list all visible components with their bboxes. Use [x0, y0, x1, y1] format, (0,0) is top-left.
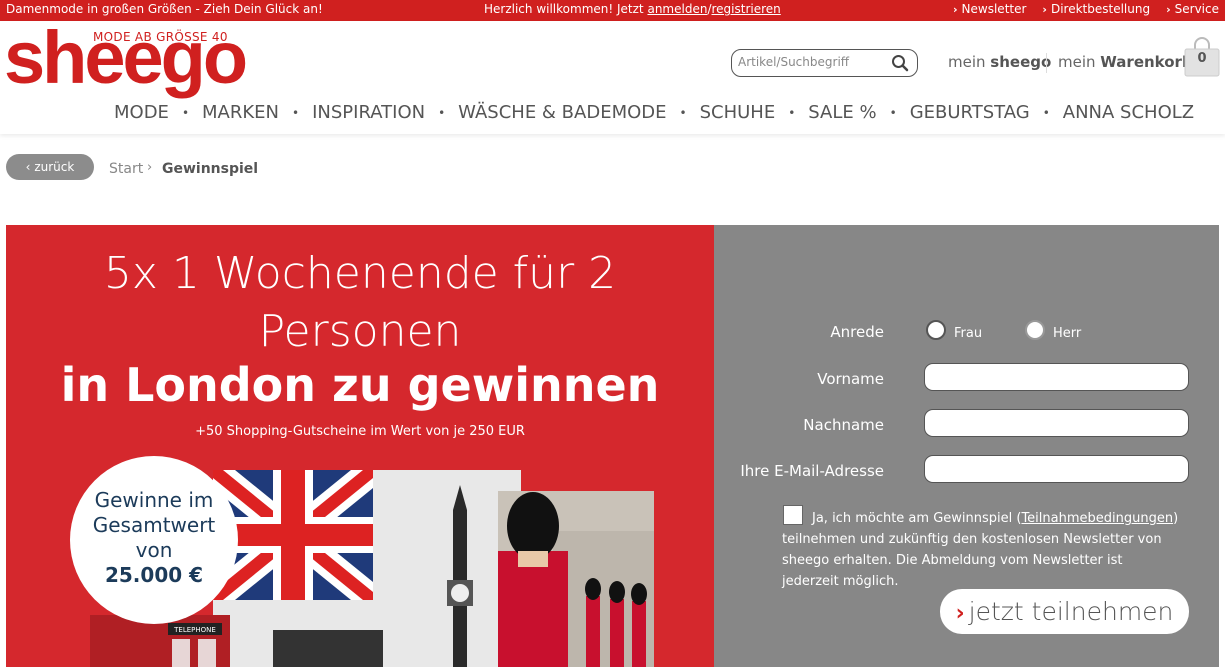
nav-item-sale[interactable]: SALE %	[808, 102, 876, 123]
nav-separator: •	[889, 105, 897, 120]
terms-link[interactable]: Teilnahmebedingungen	[1021, 511, 1173, 526]
welcome-text: Herzlich willkommen! Jetzt anmelden/regi…	[484, 2, 781, 16]
nav-separator: •	[788, 105, 796, 120]
account-link[interactable]: mein sheego	[948, 53, 1051, 71]
nav-item-mode[interactable]: MODE	[114, 102, 169, 123]
promo-headline: 5x 1 Wochenende für 2 Personen	[103, 248, 617, 357]
promo-headline-bold: in London zu gewinnen	[60, 358, 660, 412]
firstname-label: Vorname	[817, 370, 884, 388]
logo[interactable]: sheego	[4, 15, 248, 100]
nav-item-anna-scholz[interactable]: ANNA SCHOLZ	[1063, 102, 1194, 123]
promo-banner: 5x 1 Wochenende für 2 Personen in London…	[6, 225, 714, 667]
header: MODE AB GRÖSSE 40 sheego mein sheego mei…	[0, 16, 1225, 134]
lastname-field[interactable]	[924, 409, 1189, 437]
cart-link[interactable]: mein Warenkorb	[1058, 53, 1193, 71]
chevron-right-icon: ›	[955, 601, 965, 626]
union-jack-image	[213, 470, 521, 667]
top-links: › Newsletter › Direktbestellung › Service	[953, 0, 1219, 19]
chevron-right-icon: ›	[147, 160, 153, 175]
london-photo	[213, 470, 521, 667]
email-field[interactable]	[924, 455, 1189, 483]
login-link[interactable]: anmelden	[647, 2, 707, 16]
cart-bag[interactable]: 0	[1184, 37, 1220, 77]
radio-herr-label[interactable]: Herr	[1053, 326, 1081, 341]
radio-frau[interactable]	[926, 320, 946, 340]
nav-item-marken[interactable]: MARKEN	[202, 102, 279, 123]
register-link[interactable]: registrieren	[712, 2, 781, 16]
royal-guards-image	[498, 491, 654, 667]
breadcrumb: ‹ zurück Start › Gewinnspiel	[6, 154, 606, 180]
newsletter-link[interactable]: › Newsletter	[953, 0, 1026, 19]
chevron-right-icon: ›	[1166, 3, 1171, 16]
lastname-label: Nachname	[803, 416, 884, 434]
newsletter-consent-text: Ja, ich möchte am Gewinnspiel (Teilnahme…	[782, 511, 1179, 589]
nav-item-inspiration[interactable]: INSPIRATION	[312, 102, 425, 123]
divider	[1046, 53, 1047, 73]
guards-photo	[498, 491, 654, 667]
email-label: Ihre E-Mail-Adresse	[740, 462, 884, 480]
back-button[interactable]: ‹ zurück	[6, 154, 94, 180]
entry-form: Anrede Frau Herr Vorname Nachname Ihre E…	[714, 225, 1219, 667]
chevron-left-icon: ‹	[25, 160, 31, 174]
nav-item-waesche[interactable]: WÄSCHE & BADEMODE	[458, 102, 666, 123]
breadcrumb-current: Gewinnspiel	[162, 161, 259, 177]
search-input[interactable]	[738, 53, 888, 71]
service-link[interactable]: › Service	[1166, 0, 1219, 19]
nav-separator: •	[292, 105, 300, 120]
promo-subline: +50 Shopping-Gutscheine im Wert von je 2…	[195, 424, 525, 439]
radio-herr[interactable]	[1025, 320, 1045, 340]
main-nav: MODE • MARKEN • INSPIRATION • WÄSCHE & B…	[114, 102, 1194, 123]
newsletter-checkbox[interactable]	[783, 505, 803, 525]
nav-separator: •	[181, 105, 190, 120]
svg-text:TELEPHONE: TELEPHONE	[173, 626, 216, 634]
nav-item-geburtstag[interactable]: GEBURTSTAG	[910, 102, 1030, 123]
radio-frau-label[interactable]: Frau	[954, 326, 982, 341]
cart-count: 0	[1197, 51, 1207, 66]
prize-badge: Gewinne im Gesamtwert von 25.000 €	[70, 456, 238, 624]
nav-separator: •	[1042, 105, 1050, 120]
chevron-right-icon: ›	[1042, 3, 1047, 16]
submit-button[interactable]: › jetzt teilnehmen	[940, 589, 1189, 634]
breadcrumb-start[interactable]: Start	[109, 161, 143, 177]
direct-order-link[interactable]: › Direktbestellung	[1042, 0, 1150, 19]
salutation-label: Anrede	[830, 323, 884, 341]
search-box	[731, 49, 918, 77]
nav-separator: •	[438, 105, 446, 120]
nav-separator: •	[679, 105, 687, 120]
search-icon[interactable]	[891, 54, 909, 72]
nav-item-schuhe[interactable]: SCHUHE	[700, 102, 776, 123]
firstname-field[interactable]	[924, 363, 1189, 391]
chevron-right-icon: ›	[953, 3, 958, 16]
